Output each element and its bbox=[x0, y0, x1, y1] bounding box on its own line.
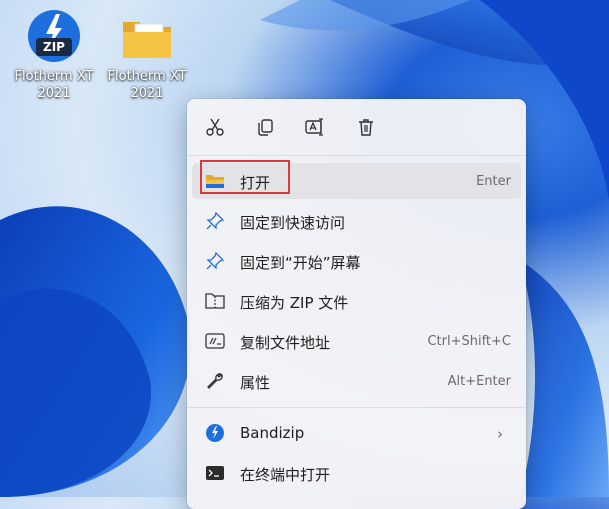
path-icon bbox=[205, 331, 225, 351]
delete-button[interactable] bbox=[353, 114, 379, 140]
menu-item-shortcut: Alt+Enter bbox=[447, 374, 511, 389]
menu-item-label: 复制文件地址 bbox=[240, 334, 331, 352]
menu-item-pin-quick-access[interactable]: 固定到快速访问 bbox=[192, 203, 521, 239]
menu-item-compress-zip[interactable]: 压缩为 ZIP 文件 bbox=[192, 283, 521, 319]
menu-item-shortcut: Ctrl+Shift+C bbox=[427, 334, 511, 349]
trash-icon bbox=[359, 119, 373, 136]
desktop-icon-folder[interactable]: Flotherm XT 2021 bbox=[99, 0, 195, 102]
desktop-icon-label-line2: 2021 bbox=[37, 86, 71, 101]
zip-archive-icon: ZIP bbox=[26, 8, 82, 64]
menu-item-pin-start[interactable]: 固定到“开始”屏幕 bbox=[192, 243, 521, 279]
copy-icon bbox=[258, 119, 273, 136]
rename-button[interactable] bbox=[302, 114, 328, 140]
menu-item-copy-path[interactable]: 复制文件地址 Ctrl+Shift+C bbox=[192, 323, 521, 359]
pin-icon bbox=[205, 211, 225, 231]
menu-item-open[interactable]: 打开 Enter bbox=[192, 160, 521, 199]
chevron-right-icon: › bbox=[497, 425, 503, 443]
desktop-icon-label: Flotherm XT bbox=[14, 69, 94, 84]
wrench-icon bbox=[205, 371, 225, 391]
zip-folder-icon bbox=[205, 291, 225, 311]
folder-icon bbox=[205, 171, 225, 191]
desktop-icon-label: Flotherm XT bbox=[107, 69, 187, 84]
menu-item-label: 属性 bbox=[240, 374, 271, 392]
terminal-icon bbox=[205, 463, 225, 483]
menu-item-label: Bandizip bbox=[240, 424, 305, 442]
zip-badge: ZIP bbox=[43, 40, 65, 54]
folder-icon bbox=[119, 8, 175, 64]
desktop-icon-zip[interactable]: ZIP Flotherm XT 2021 bbox=[6, 0, 102, 102]
menu-item-label: 打开 bbox=[240, 174, 271, 192]
desktop-icon-label-line2: 2021 bbox=[130, 86, 164, 101]
menu-item-label: 在终端中打开 bbox=[240, 466, 331, 484]
bandizip-icon bbox=[205, 423, 225, 443]
rename-icon bbox=[305, 118, 323, 136]
menu-item-properties[interactable]: 属性 Alt+Enter bbox=[192, 363, 521, 399]
menu-item-label: 固定到“开始”屏幕 bbox=[240, 254, 361, 272]
context-menu: 打开 Enter 固定到快速访问 固定到“开始”屏幕 压缩为 ZIP 文件 复制… bbox=[187, 99, 526, 509]
menu-separator bbox=[187, 407, 526, 408]
menu-item-bandizip[interactable]: Bandizip › bbox=[192, 415, 521, 451]
menu-item-shortcut: Enter bbox=[476, 174, 511, 189]
menu-item-label: 固定到快速访问 bbox=[240, 214, 346, 232]
copy-button[interactable] bbox=[252, 114, 278, 140]
pin-icon bbox=[205, 251, 225, 271]
menu-separator bbox=[187, 155, 526, 156]
scissors-icon bbox=[206, 118, 224, 136]
menu-item-label: 压缩为 ZIP 文件 bbox=[240, 294, 349, 312]
menu-item-open-terminal[interactable]: 在终端中打开 bbox=[192, 455, 521, 491]
cut-button[interactable] bbox=[202, 114, 228, 140]
